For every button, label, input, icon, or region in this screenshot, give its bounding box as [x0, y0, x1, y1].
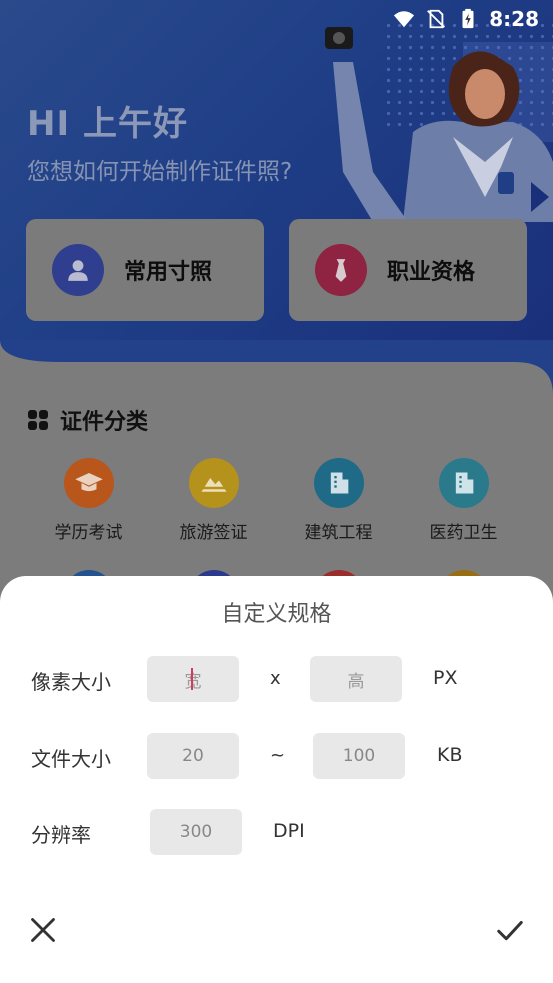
category-section-title: 证件分类 [60, 410, 149, 435]
category-travel-visa[interactable]: 旅游签证 [151, 458, 276, 543]
width-placeholder: 宽 [184, 671, 202, 692]
category-medicine-health[interactable]: 医药卫生 [401, 458, 526, 543]
graduation-cap-icon [63, 458, 114, 508]
pixel-unit: PX [433, 667, 458, 689]
file-size-separator: ~ [270, 745, 286, 766]
close-icon [31, 918, 55, 942]
person-icon-badge [52, 244, 104, 296]
resolution-row: 分辨率 300 DPI [0, 809, 553, 855]
width-input[interactable]: 宽 [147, 656, 239, 702]
check-icon [497, 921, 523, 941]
woman-with-camera-illustration [325, 27, 553, 222]
category-education-exam[interactable]: 学历考试 [26, 458, 151, 543]
greeting-subtitle: 您想如何开始制作证件照? [27, 159, 293, 185]
text-cursor [191, 668, 193, 690]
resolution-unit: DPI [273, 820, 305, 842]
pixel-size-row: 像素大小 宽 x 高 PX [0, 656, 553, 702]
category-label: 医药卫生 [429, 523, 498, 543]
file-size-unit: KB [437, 744, 463, 766]
building-icon [313, 458, 364, 508]
person-icon [68, 260, 88, 281]
professional-qualification-label: 职业资格 [387, 260, 476, 285]
category-label: 建筑工程 [304, 523, 373, 543]
common-size-photo-card[interactable]: 常用寸照 [26, 219, 264, 321]
mountain-icon [188, 458, 239, 508]
resolution-value: 300 [179, 822, 213, 842]
tie-icon-badge [315, 244, 367, 296]
file-size-row: 文件大小 20 ~ 100 KB [0, 733, 553, 779]
max-file-size-input[interactable]: 100 [313, 733, 405, 779]
sheet-title: 自定义规格 [221, 602, 332, 627]
resolution-input[interactable]: 300 [150, 809, 242, 855]
max-file-size-value: 100 [342, 746, 376, 766]
file-size-label: 文件大小 [31, 747, 111, 771]
greeting-title: HI 上午好 [27, 104, 188, 144]
min-file-size-input[interactable]: 20 [147, 733, 239, 779]
pixel-size-separator: x [270, 668, 281, 689]
tie-icon [335, 259, 347, 282]
height-placeholder: 高 [347, 671, 365, 692]
category-label: 学历考试 [54, 523, 123, 543]
custom-spec-sheet: 自定义规格 像素大小 宽 x 高 PX 文件大小 20 ~ 100 KB 分辨率… [0, 576, 553, 983]
grid-icon [28, 410, 48, 430]
category-section-header: 证件分类 [28, 404, 148, 436]
resolution-label: 分辨率 [31, 823, 91, 847]
confirm-button[interactable] [492, 912, 528, 948]
professional-qualification-card[interactable]: 职业资格 [289, 219, 527, 321]
height-input[interactable]: 高 [310, 656, 402, 702]
pixel-size-label: 像素大小 [31, 670, 111, 694]
category-row: 学历考试 旅游签证 建筑工程 医药卫生 [26, 458, 526, 543]
common-size-photo-label: 常用寸照 [124, 260, 213, 285]
min-file-size-value: 20 [182, 746, 204, 766]
cancel-button[interactable] [25, 912, 61, 948]
category-label: 旅游签证 [179, 523, 248, 543]
category-construction[interactable]: 建筑工程 [276, 458, 401, 543]
hospital-icon [438, 458, 489, 508]
